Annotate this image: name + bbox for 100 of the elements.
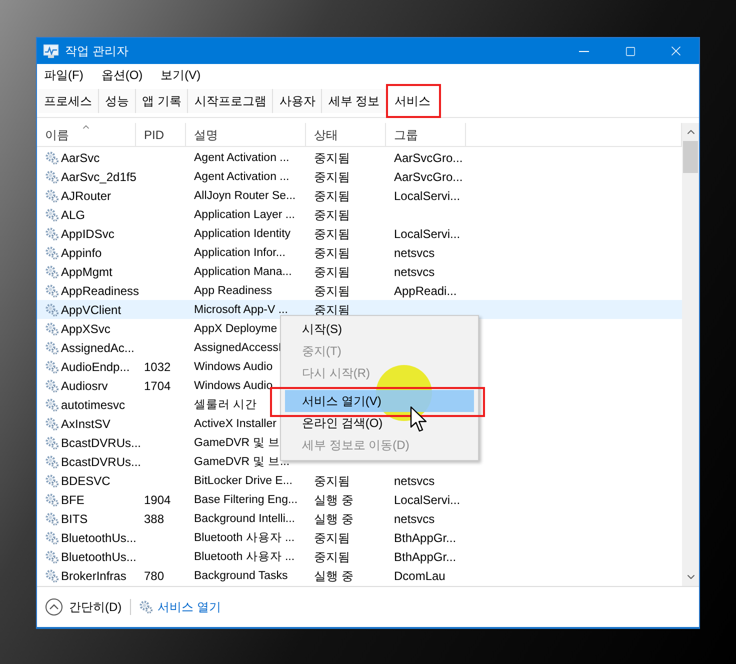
table-cell: netsvcs — [394, 474, 435, 488]
monitor-icon — [43, 44, 59, 58]
open-services-link[interactable]: 서비스 열기 — [158, 598, 222, 616]
table-cell-text: BluetoothUs... — [61, 548, 136, 566]
table-cell: ActiveX Installer — [194, 418, 276, 430]
scroll-thumb[interactable] — [683, 141, 698, 173]
table-cell: 셀룰러 시간 — [194, 398, 258, 411]
table-cell: GameDVR 및 브... — [194, 456, 290, 468]
table-cell: App Readiness — [194, 284, 272, 297]
table-cell: Background Tasks — [194, 570, 288, 582]
table-cell: AarSvcGro... — [394, 170, 463, 184]
table-cell: Windows Audio — [194, 380, 273, 392]
table-cell: 중지됨 — [314, 284, 350, 298]
table-cell: Base Filtering Eng... — [194, 494, 298, 506]
column-header[interactable]: 이름 — [37, 123, 136, 146]
table-cell: netsvcs — [394, 264, 435, 278]
gear-icon — [45, 208, 59, 222]
table-cell: 388 — [144, 512, 164, 526]
table-cell-text: AarSvc — [61, 150, 100, 166]
table-cell-text: AppXSvc — [61, 320, 110, 338]
tab[interactable]: 성능 — [99, 89, 136, 113]
column-header[interactable]: 상태 — [306, 123, 386, 146]
maximize-icon — [624, 46, 636, 56]
gear-icon — [45, 284, 59, 298]
table-cell: LocalServi... — [394, 226, 460, 240]
menu-item[interactable]: 옵션(O) — [96, 66, 148, 84]
gear-icon — [138, 600, 153, 614]
collapse-button[interactable]: 간단히(D) — [45, 598, 122, 616]
tab[interactable]: 사용자 — [273, 89, 322, 113]
table-cell-text: BcastDVRUs... — [61, 434, 142, 452]
table-cell: GameDVR 및 브 — [194, 436, 280, 449]
table-cell: 중지됨 — [314, 530, 350, 544]
gear-icon — [45, 226, 59, 240]
table-cell: Application Identity — [194, 228, 291, 240]
table-cell: netsvcs — [394, 512, 435, 526]
gear-icon — [45, 492, 59, 506]
table-cell-text: AppIDSvc — [61, 226, 114, 242]
tab[interactable]: 세부 정보 — [322, 89, 387, 113]
scrollbar[interactable] — [682, 123, 699, 586]
table-cell: 중지됨 — [314, 150, 350, 164]
table-cell: 실행 중 — [314, 512, 354, 526]
table-cell-text: AppReadiness — [61, 282, 140, 300]
gear-icon — [45, 264, 59, 278]
table-cell: 1904 — [144, 492, 171, 506]
table-cell: 중지됨 — [314, 208, 350, 222]
table-cell-text: BITS — [61, 510, 88, 528]
gear-icon — [45, 246, 59, 260]
tab[interactable]: 프로세스 — [38, 89, 99, 113]
table-cell-text: BFE — [61, 492, 84, 508]
table-cell-text: AxInstSV — [61, 416, 110, 432]
gear-icon — [45, 416, 59, 430]
minimize-icon — [579, 50, 589, 52]
column-header[interactable]: PID — [136, 123, 186, 146]
table-cell-text: Appinfo — [61, 244, 102, 262]
context-menu-item[interactable]: 시작(S) — [285, 318, 474, 340]
gear-icon — [45, 568, 59, 582]
table-cell: 중지됨 — [314, 474, 350, 488]
table-cell: 중지됨 — [314, 170, 350, 184]
gear-icon — [45, 150, 59, 164]
window-title: 작업 관리자 — [65, 43, 128, 60]
table-cell: 1032 — [144, 360, 171, 374]
table-cell: 중지됨 — [314, 550, 350, 564]
table-cell: AppX Deployme — [194, 322, 278, 335]
table-cell-text: autotimesvc — [61, 396, 126, 414]
collapse-icon — [45, 598, 63, 616]
gear-icon — [45, 436, 59, 450]
table-cell-text: BcastDVRUs... — [61, 454, 142, 470]
table-cell: Agent Activation ... — [194, 170, 290, 183]
table-cell: Agent Activation ... — [194, 152, 290, 164]
table-cell-text: AppVClient — [61, 302, 122, 318]
table-cell: AarSvcGro... — [394, 150, 463, 164]
table-cell-text: BluetoothUs... — [61, 530, 136, 546]
table-cell-text: AppMgmt — [61, 264, 112, 280]
context-menu-item[interactable]: 서비스 열기(V) — [285, 390, 474, 412]
table-cell: 중지됨 — [314, 246, 350, 260]
tab[interactable]: 시작프로그램 — [188, 89, 274, 113]
table-cell: Application Layer ... — [194, 208, 296, 221]
gear-icon — [45, 474, 59, 488]
gear-icon — [45, 322, 59, 336]
gear-icon — [45, 398, 59, 412]
table-cell: Windows Audio — [194, 360, 273, 373]
table-cell: Application Infor... — [194, 246, 286, 259]
gear-icon — [45, 512, 59, 526]
table-cell-text: BDESVC — [61, 472, 110, 490]
table-cell-text: AudioEndp... — [61, 358, 130, 376]
table-cell: BitLocker Drive E... — [194, 474, 292, 487]
table-cell-text: AssignedAc... — [61, 340, 134, 356]
table-cell: 780 — [144, 568, 164, 582]
menu-item[interactable]: 보기(V) — [156, 66, 206, 84]
menu-item[interactable]: 파일(F) — [39, 66, 88, 84]
tab[interactable]: 앱 기록 — [136, 89, 188, 113]
gear-icon — [45, 378, 59, 392]
gear-icon — [45, 302, 59, 316]
table-cell: 실행 중 — [314, 568, 354, 582]
table-cell: BthAppGr... — [394, 550, 456, 564]
gear-icon — [45, 530, 59, 544]
column-header[interactable]: 그룹 — [386, 123, 466, 146]
table-cell: Bluetooth 사용자 ... — [194, 550, 295, 563]
table-cell-text: BrokerInfras — [61, 568, 126, 584]
column-header[interactable]: 설명 — [186, 123, 306, 146]
